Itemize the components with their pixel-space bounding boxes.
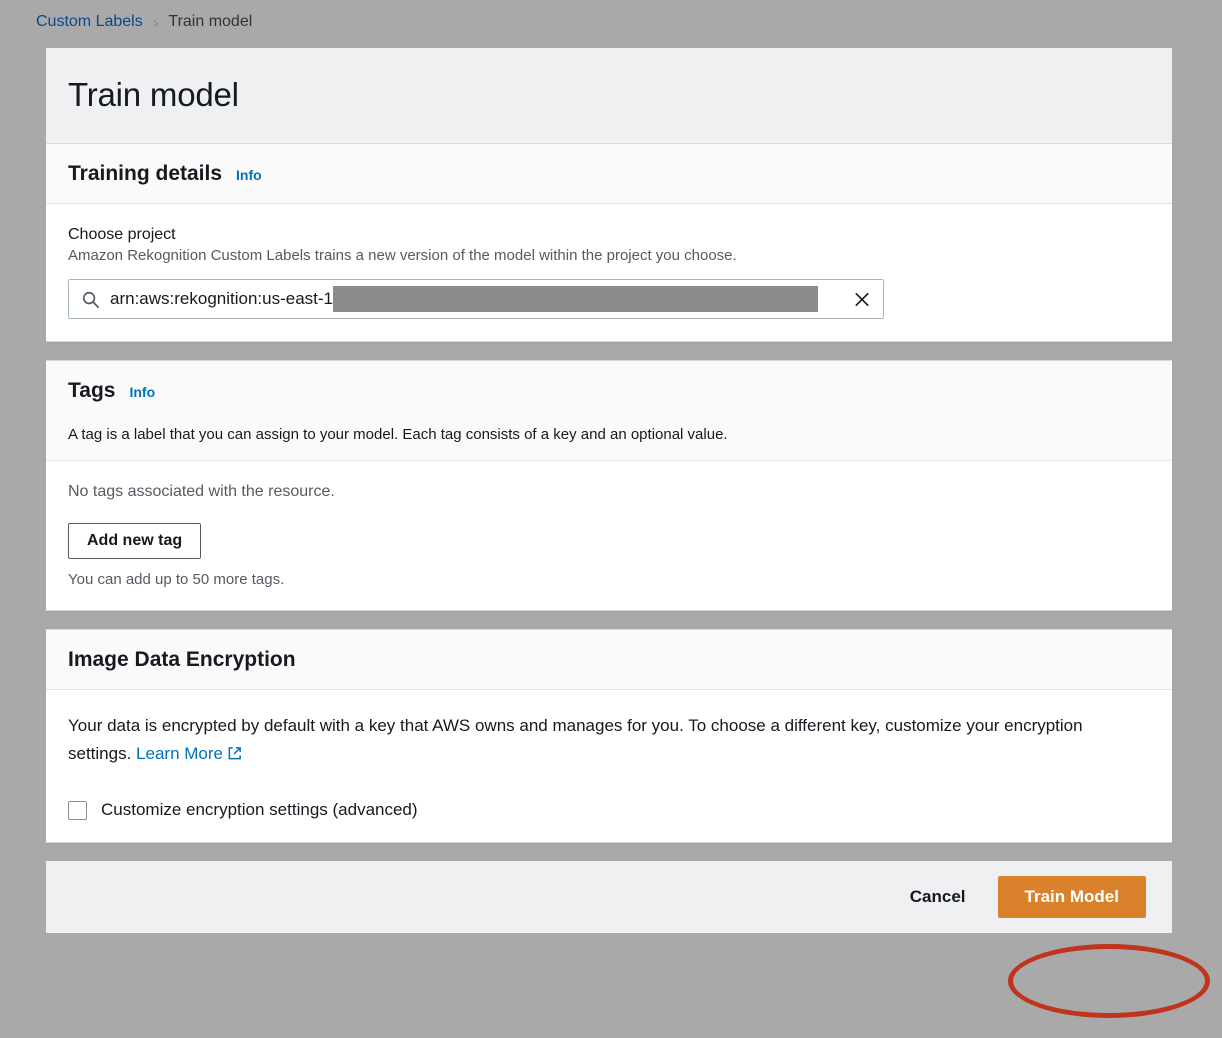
add-new-tag-button[interactable]: Add new tag	[68, 523, 201, 559]
train-model-button[interactable]: Train Model	[998, 876, 1146, 918]
training-details-title: Training details	[68, 162, 222, 186]
encryption-title: Image Data Encryption	[68, 648, 296, 672]
customize-encryption-row[interactable]: Customize encryption settings (advanced)	[68, 800, 1150, 820]
training-details-card: Training details Info Choose project Ama…	[46, 143, 1172, 342]
page-header: Train model	[46, 48, 1172, 143]
encryption-body: Your data is encrypted by default with a…	[46, 690, 1172, 842]
external-link-icon	[227, 742, 242, 770]
cancel-button[interactable]: Cancel	[904, 886, 972, 908]
close-icon	[853, 289, 871, 310]
breadcrumb-item-train-model: Train model	[168, 13, 252, 31]
encryption-description: Your data is encrypted by default with a…	[68, 712, 1128, 770]
tags-description: A tag is a label that you can assign to …	[68, 426, 1150, 443]
breadcrumb: Custom Labels › Train model	[36, 13, 252, 31]
page-title: Train model	[68, 76, 1150, 114]
customize-encryption-checkbox[interactable]	[68, 801, 87, 820]
form-footer: Cancel Train Model	[46, 861, 1172, 933]
project-select-input[interactable]: arn:aws:rekognition:us-east-1	[68, 279, 884, 319]
tags-header: Tags Info A tag is a label that you can …	[46, 361, 1172, 461]
breadcrumb-separator-icon: ›	[153, 14, 159, 31]
project-arn-value: arn:aws:rekognition:us-east-1	[110, 289, 333, 309]
choose-project-description: Amazon Rekognition Custom Labels trains …	[68, 247, 1150, 264]
clear-selection-button[interactable]	[847, 284, 877, 314]
breadcrumb-item-custom-labels[interactable]: Custom Labels	[36, 13, 143, 31]
tags-body: No tags associated with the resource. Ad…	[46, 461, 1172, 610]
training-details-header: Training details Info	[46, 144, 1172, 204]
tags-info-link[interactable]: Info	[129, 384, 155, 400]
project-arn-value-wrap: arn:aws:rekognition:us-east-1	[110, 286, 818, 312]
training-details-info-link[interactable]: Info	[236, 167, 262, 183]
tags-limit-text: You can add up to 50 more tags.	[68, 571, 1150, 588]
redaction-bar	[333, 286, 818, 312]
tags-title: Tags	[68, 379, 115, 403]
training-details-body: Choose project Amazon Rekognition Custom…	[46, 204, 1172, 341]
tags-empty-message: No tags associated with the resource.	[68, 483, 1150, 501]
choose-project-label: Choose project	[68, 226, 1150, 244]
encryption-header: Image Data Encryption	[46, 630, 1172, 690]
learn-more-link[interactable]: Learn More	[136, 744, 223, 763]
search-icon	[81, 290, 100, 309]
encryption-card: Image Data Encryption Your data is encry…	[46, 629, 1172, 843]
customize-encryption-label[interactable]: Customize encryption settings (advanced)	[101, 800, 418, 820]
main-content: Train model Training details Info Choose…	[46, 48, 1172, 1013]
tags-card: Tags Info A tag is a label that you can …	[46, 360, 1172, 611]
page-root: Custom Labels › Train model Train model …	[0, 0, 1222, 1038]
